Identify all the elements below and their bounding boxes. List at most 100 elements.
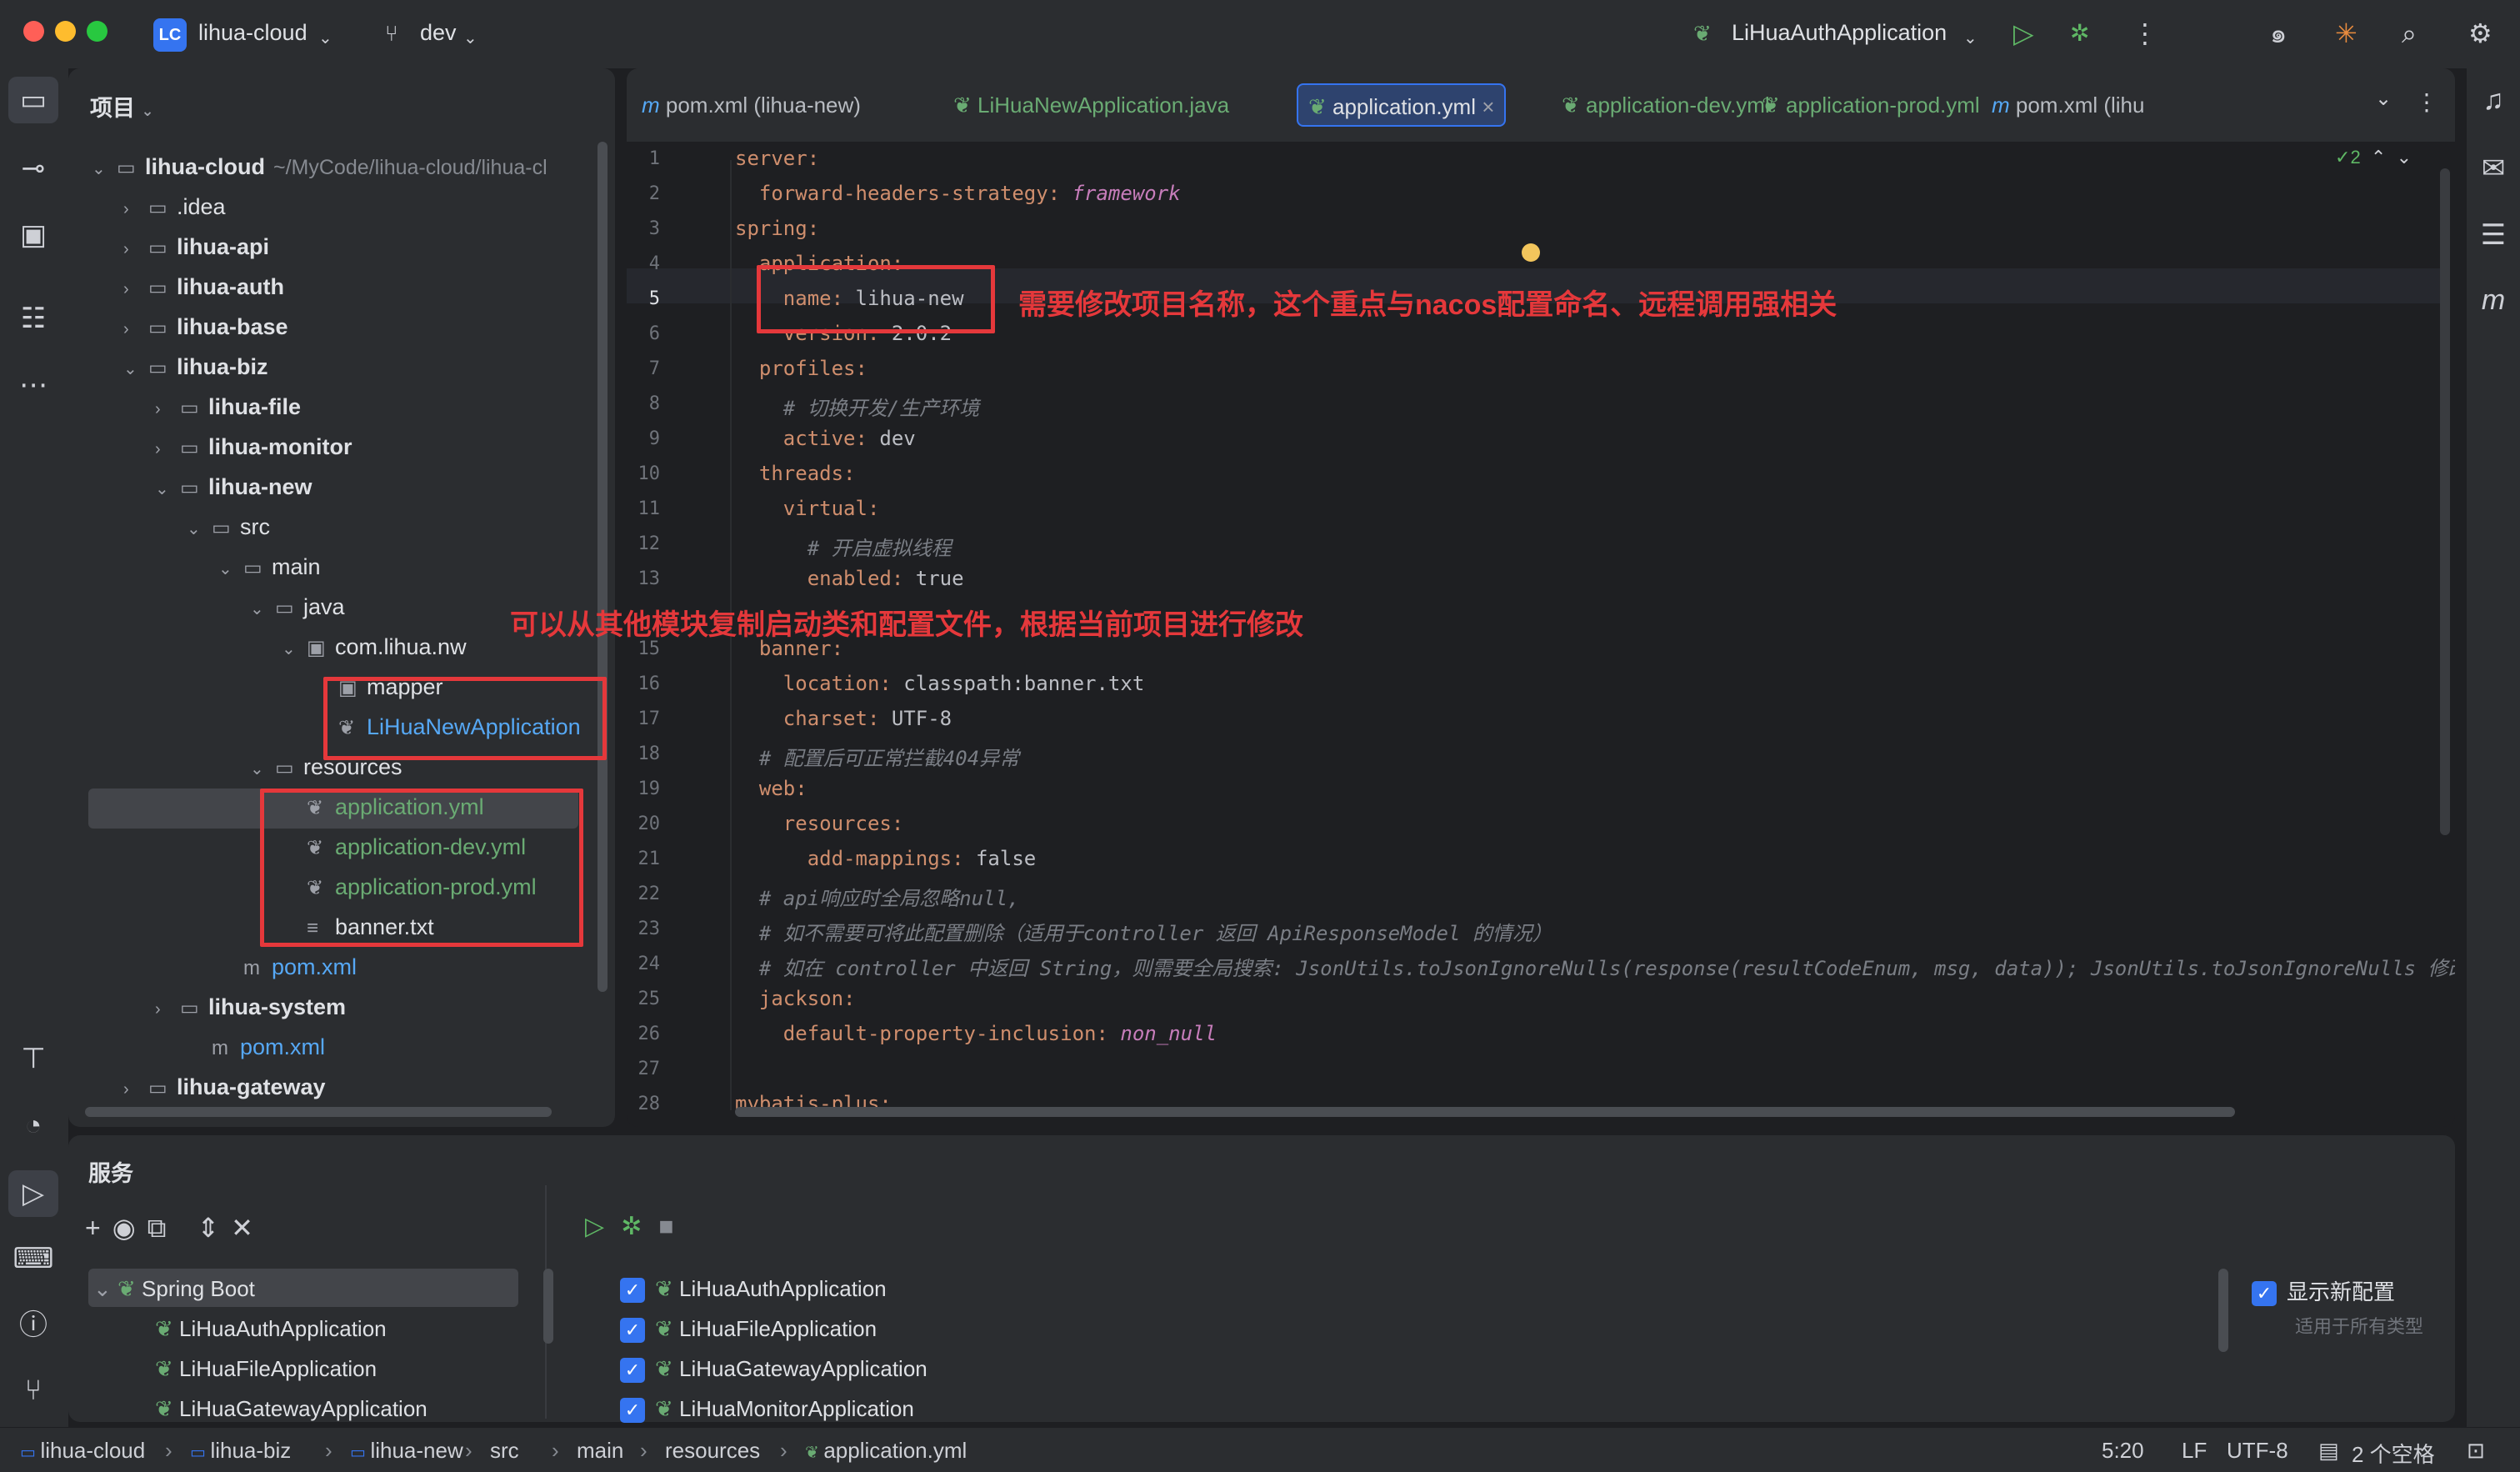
problems-icon[interactable]: ⓘ bbox=[8, 1309, 58, 1342]
tree-item[interactable]: ⌄ ▣ com.lihua.nw bbox=[282, 627, 467, 667]
tree-item[interactable]: › ▭ lihua-gateway bbox=[123, 1067, 326, 1107]
minimize-window-button[interactable] bbox=[55, 21, 76, 42]
editor-horizontal-scrollbar[interactable] bbox=[735, 1107, 2235, 1117]
chevron-icon[interactable]: ⌄ bbox=[92, 149, 117, 189]
tree-item[interactable]: ⌄ ▭ main bbox=[218, 547, 321, 587]
breadcrumb-item[interactable]: main bbox=[577, 1438, 623, 1464]
line-ending[interactable]: LF bbox=[2182, 1438, 2207, 1464]
editor-tab[interactable]: ❦ application-prod.yml bbox=[1752, 83, 1990, 127]
commit-icon[interactable]: ⊸ bbox=[8, 152, 58, 185]
terminal-icon[interactable]: ⌨ bbox=[8, 1242, 58, 1275]
chevron-icon[interactable]: ⌄ bbox=[218, 549, 243, 589]
code-line[interactable]: charset: UTF-8 bbox=[735, 707, 952, 730]
stop-icon[interactable]: ■ bbox=[658, 1213, 690, 1240]
chevron-icon[interactable]: › bbox=[155, 989, 180, 1029]
code-line[interactable]: default-property-inclusion: non_null bbox=[735, 1022, 1217, 1045]
vertical-scrollbar[interactable] bbox=[598, 142, 608, 992]
services-tree-scrollbar[interactable] bbox=[543, 1269, 553, 1344]
run-icon[interactable]: ▷ bbox=[2013, 18, 2034, 48]
debug-icon[interactable]: ✲ bbox=[2070, 18, 2089, 48]
code-line[interactable]: # api响应时全局忽略null, bbox=[735, 882, 1020, 911]
chevron-icon[interactable]: › bbox=[123, 269, 148, 309]
tree-item[interactable]: › ▭ lihua-auth bbox=[123, 267, 284, 307]
code-line[interactable]: virtual: bbox=[735, 497, 880, 520]
tree-item[interactable]: › ▭ lihua-monitor bbox=[155, 427, 352, 467]
build-hammer-icon[interactable]: ⊤ bbox=[8, 1042, 58, 1075]
checkbox-checked-icon[interactable]: ✓ bbox=[620, 1398, 645, 1424]
chevron-icon[interactable]: ⌄ bbox=[187, 509, 212, 549]
breadcrumb-item[interactable]: ❦ application.yml bbox=[805, 1438, 967, 1464]
breadcrumb-item[interactable]: resources bbox=[665, 1438, 760, 1464]
code-line[interactable]: enabled: true bbox=[735, 567, 964, 590]
git-icon[interactable]: ⑂ bbox=[8, 1374, 58, 1407]
checkbox-checked-icon[interactable]: ✓ bbox=[620, 1318, 645, 1344]
tab-application-yml-active[interactable]: ❦ application.yml × bbox=[1297, 83, 1507, 127]
up-arrow-icon[interactable]: ⌃ bbox=[2371, 147, 2386, 168]
chevron-icon[interactable]: › bbox=[123, 229, 148, 269]
code-line[interactable]: profiles: bbox=[735, 357, 868, 380]
tree-item[interactable]: › ▭ lihua-system bbox=[155, 987, 346, 1027]
breadcrumb-item[interactable]: ▭ lihua-biz bbox=[190, 1438, 291, 1464]
collapse-all-icon[interactable]: ✕ bbox=[231, 1213, 265, 1243]
chevron-icon[interactable]: › bbox=[123, 1069, 148, 1109]
service-checklist-item[interactable]: ✓ ❦ LiHuaMonitorApplication bbox=[620, 1392, 914, 1425]
more-options-icon[interactable]: ⋮ bbox=[2132, 18, 2158, 48]
indent-setting[interactable]: 2 个空格 bbox=[2352, 1438, 2435, 1469]
service-checklist-item[interactable]: ✓ ❦ LiHuaGatewayApplication bbox=[620, 1352, 928, 1385]
editor-tab[interactable]: m pom.xml (lihua-new) bbox=[632, 83, 871, 127]
tree-item[interactable]: ⌄ ▭ lihua-new bbox=[155, 467, 312, 507]
new-tab-icon[interactable]: ⧉ bbox=[148, 1213, 178, 1243]
zoom-window-button[interactable] bbox=[87, 21, 108, 42]
chevron-icon[interactable]: › bbox=[123, 189, 148, 229]
code-line[interactable]: threads: bbox=[735, 462, 856, 485]
checkbox-checked-icon[interactable]: ✓ bbox=[620, 1278, 645, 1304]
service-checklist-item[interactable]: ✓ ❦ LiHuaAuthApplication bbox=[620, 1272, 887, 1305]
tree-item[interactable]: ⌄ ▭ java bbox=[250, 587, 345, 627]
code-line[interactable]: # 如在 controller 中返回 String，则需要全局搜索: Json… bbox=[735, 952, 2455, 981]
services-tree-root[interactable]: ⌄ ❦ Spring Boot bbox=[93, 1272, 255, 1305]
code-line[interactable]: add-mappings: false bbox=[735, 847, 1037, 870]
code-line[interactable]: spring: bbox=[735, 217, 819, 240]
file-encoding[interactable]: UTF-8 bbox=[2227, 1438, 2288, 1464]
code-line[interactable]: active: dev bbox=[735, 427, 916, 450]
ai-assistant-icon[interactable]: ๑ bbox=[2270, 18, 2287, 48]
chevron-down-icon[interactable]: ⌄ bbox=[318, 23, 332, 53]
tree-item[interactable]: ⌄ ▭ lihua-cloud ~/MyCode/lihua-cloud/lihua-… bbox=[92, 147, 548, 187]
editor-tab[interactable]: m pom.xml (lihu bbox=[1982, 83, 2154, 127]
tab-more-icon[interactable]: ⋮ bbox=[2415, 88, 2438, 116]
tree-item[interactable]: ⌄ ▭ lihua-biz bbox=[123, 347, 268, 387]
code-line[interactable]: resources: bbox=[735, 812, 904, 835]
code-line[interactable]: forward-headers-strategy: framework bbox=[735, 182, 1181, 205]
code-line[interactable]: server: bbox=[735, 147, 819, 170]
tab-list-chevron-icon[interactable]: ⌄ bbox=[2375, 87, 2392, 111]
checkbox-checked-icon[interactable]: ✓ bbox=[620, 1358, 645, 1384]
tree-item[interactable]: › ▭ lihua-base bbox=[123, 307, 288, 347]
tree-item[interactable]: › ▭ lihua-file bbox=[155, 387, 301, 427]
settings-gear-icon[interactable]: ⚙ bbox=[2468, 18, 2492, 48]
code-line[interactable]: # 配置后可正常拦截404异常 bbox=[735, 742, 1019, 771]
breadcrumb-item[interactable]: ▭ lihua-new bbox=[350, 1438, 463, 1464]
project-folder-icon[interactable]: ▭ bbox=[8, 77, 58, 123]
structure-icon[interactable]: ☷ bbox=[8, 302, 58, 335]
tree-item[interactable]: m pom.xml bbox=[218, 947, 357, 987]
database-icon[interactable]: ☰ bbox=[2468, 218, 2518, 252]
pull-requests-icon[interactable]: ▣ bbox=[8, 218, 58, 252]
tree-item[interactable]: › ▭ .idea bbox=[123, 187, 226, 227]
breadcrumb-item[interactable]: src bbox=[490, 1438, 519, 1464]
tree-item[interactable]: ⌄ ▭ src bbox=[187, 507, 270, 547]
search-icon[interactable]: ⌕ bbox=[2402, 18, 2417, 48]
project-panel-header[interactable]: 项目 ⌄ bbox=[90, 90, 154, 123]
project-badge[interactable]: LC bbox=[153, 18, 187, 52]
chevron-icon[interactable]: ⌄ bbox=[155, 469, 180, 509]
run-icon[interactable]: ▷ bbox=[585, 1213, 621, 1240]
chevron-icon[interactable]: ⌄ bbox=[250, 589, 275, 629]
add-service-icon[interactable]: + bbox=[85, 1213, 112, 1243]
chevron-icon[interactable]: › bbox=[155, 429, 180, 469]
intention-bulb-icon[interactable] bbox=[1522, 243, 1540, 262]
eye-icon[interactable]: ◉ bbox=[112, 1213, 148, 1243]
chevron-icon[interactable]: › bbox=[155, 389, 180, 429]
down-arrow-icon[interactable]: ⌄ bbox=[2397, 147, 2412, 168]
services-tree-item[interactable]: ❦ LiHuaFileApplication bbox=[155, 1352, 377, 1385]
close-tab-icon[interactable]: × bbox=[1476, 94, 1494, 119]
service-checklist-item[interactable]: ✓ ❦ LiHuaFileApplication bbox=[620, 1312, 877, 1345]
